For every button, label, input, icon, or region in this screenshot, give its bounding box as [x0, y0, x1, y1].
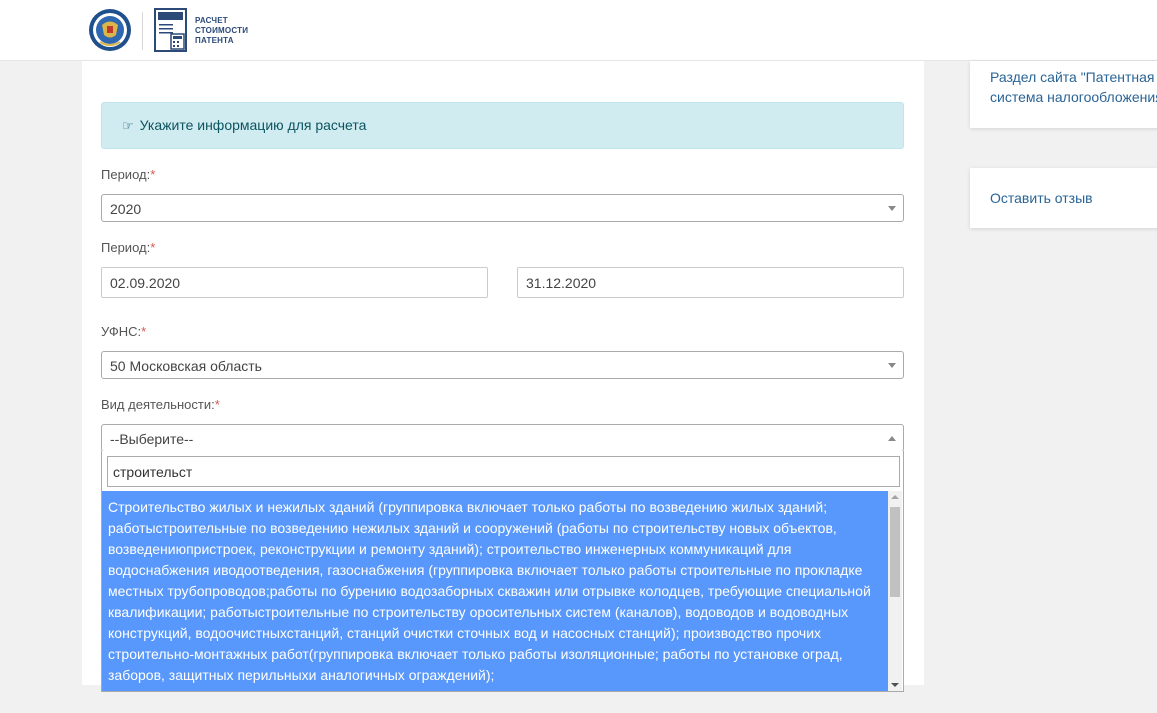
required-mark: *	[214, 397, 220, 412]
date-to-input[interactable]: 31.12.2020	[517, 267, 904, 298]
hand-point-icon: ☞	[122, 118, 134, 133]
info-alert-text: Укажите информацию для расчета	[139, 117, 367, 133]
ufns-label: УФНС:*	[101, 324, 147, 339]
required-mark: *	[150, 240, 156, 255]
activity-search-input[interactable]: строительст	[107, 456, 900, 487]
period-year-label: Период:*	[101, 167, 156, 182]
required-mark: *	[150, 167, 156, 182]
period-dates-label: Период:*	[101, 240, 156, 255]
period-year-value: 2020	[110, 201, 142, 217]
scroll-up-icon[interactable]	[891, 495, 899, 499]
chevron-down-icon	[888, 363, 896, 368]
date-from-input[interactable]: 02.09.2020	[101, 267, 488, 298]
logo-title: РАСЧЕТ СТОИМОСТИ ПАТЕНТА	[195, 16, 248, 46]
logo-line-2: СТОИМОСТИ	[195, 26, 249, 35]
activity-label: Вид деятельности:*	[101, 397, 220, 412]
chevron-up-icon	[888, 436, 896, 441]
activity-option-highlighted[interactable]: Строительство жилых и нежилых зданий (гр…	[102, 491, 888, 691]
sidebar-card-section: Раздел сайта "Патентная система налогооб…	[970, 61, 1157, 128]
required-mark: *	[141, 324, 147, 339]
logo-line-3: ПАТЕНТА	[195, 36, 234, 45]
top-header: РАСЧЕТ СТОИМОСТИ ПАТЕНТА	[0, 0, 1157, 61]
activity-dropdown: строительст Строительство жилых и нежилы…	[101, 451, 904, 692]
activity-select[interactable]: --Выберите--	[101, 424, 904, 452]
ufns-select[interactable]: 50 Московская область	[101, 351, 904, 379]
fns-emblem-icon[interactable]	[88, 8, 132, 52]
dropdown-scrollbar[interactable]	[888, 491, 902, 691]
patent-logo-icon[interactable]	[154, 8, 187, 52]
leave-feedback-link[interactable]: Оставить отзыв	[990, 188, 1157, 208]
logo-line-1: РАСЧЕТ	[195, 16, 228, 25]
info-alert: ☞ Укажите информацию для расчета	[101, 102, 904, 149]
patent-system-link[interactable]: Раздел сайта "Патентная система налогооб…	[990, 67, 1157, 107]
period-year-select[interactable]: 2020	[101, 194, 904, 222]
scroll-down-icon[interactable]	[891, 683, 899, 687]
sidebar-card-feedback: Оставить отзыв	[970, 168, 1157, 228]
scrollbar-thumb[interactable]	[890, 507, 900, 597]
logo-divider	[142, 12, 143, 50]
activity-value: --Выберите--	[110, 431, 194, 447]
chevron-down-icon	[888, 206, 896, 211]
ufns-value: 50 Московская область	[110, 358, 262, 374]
